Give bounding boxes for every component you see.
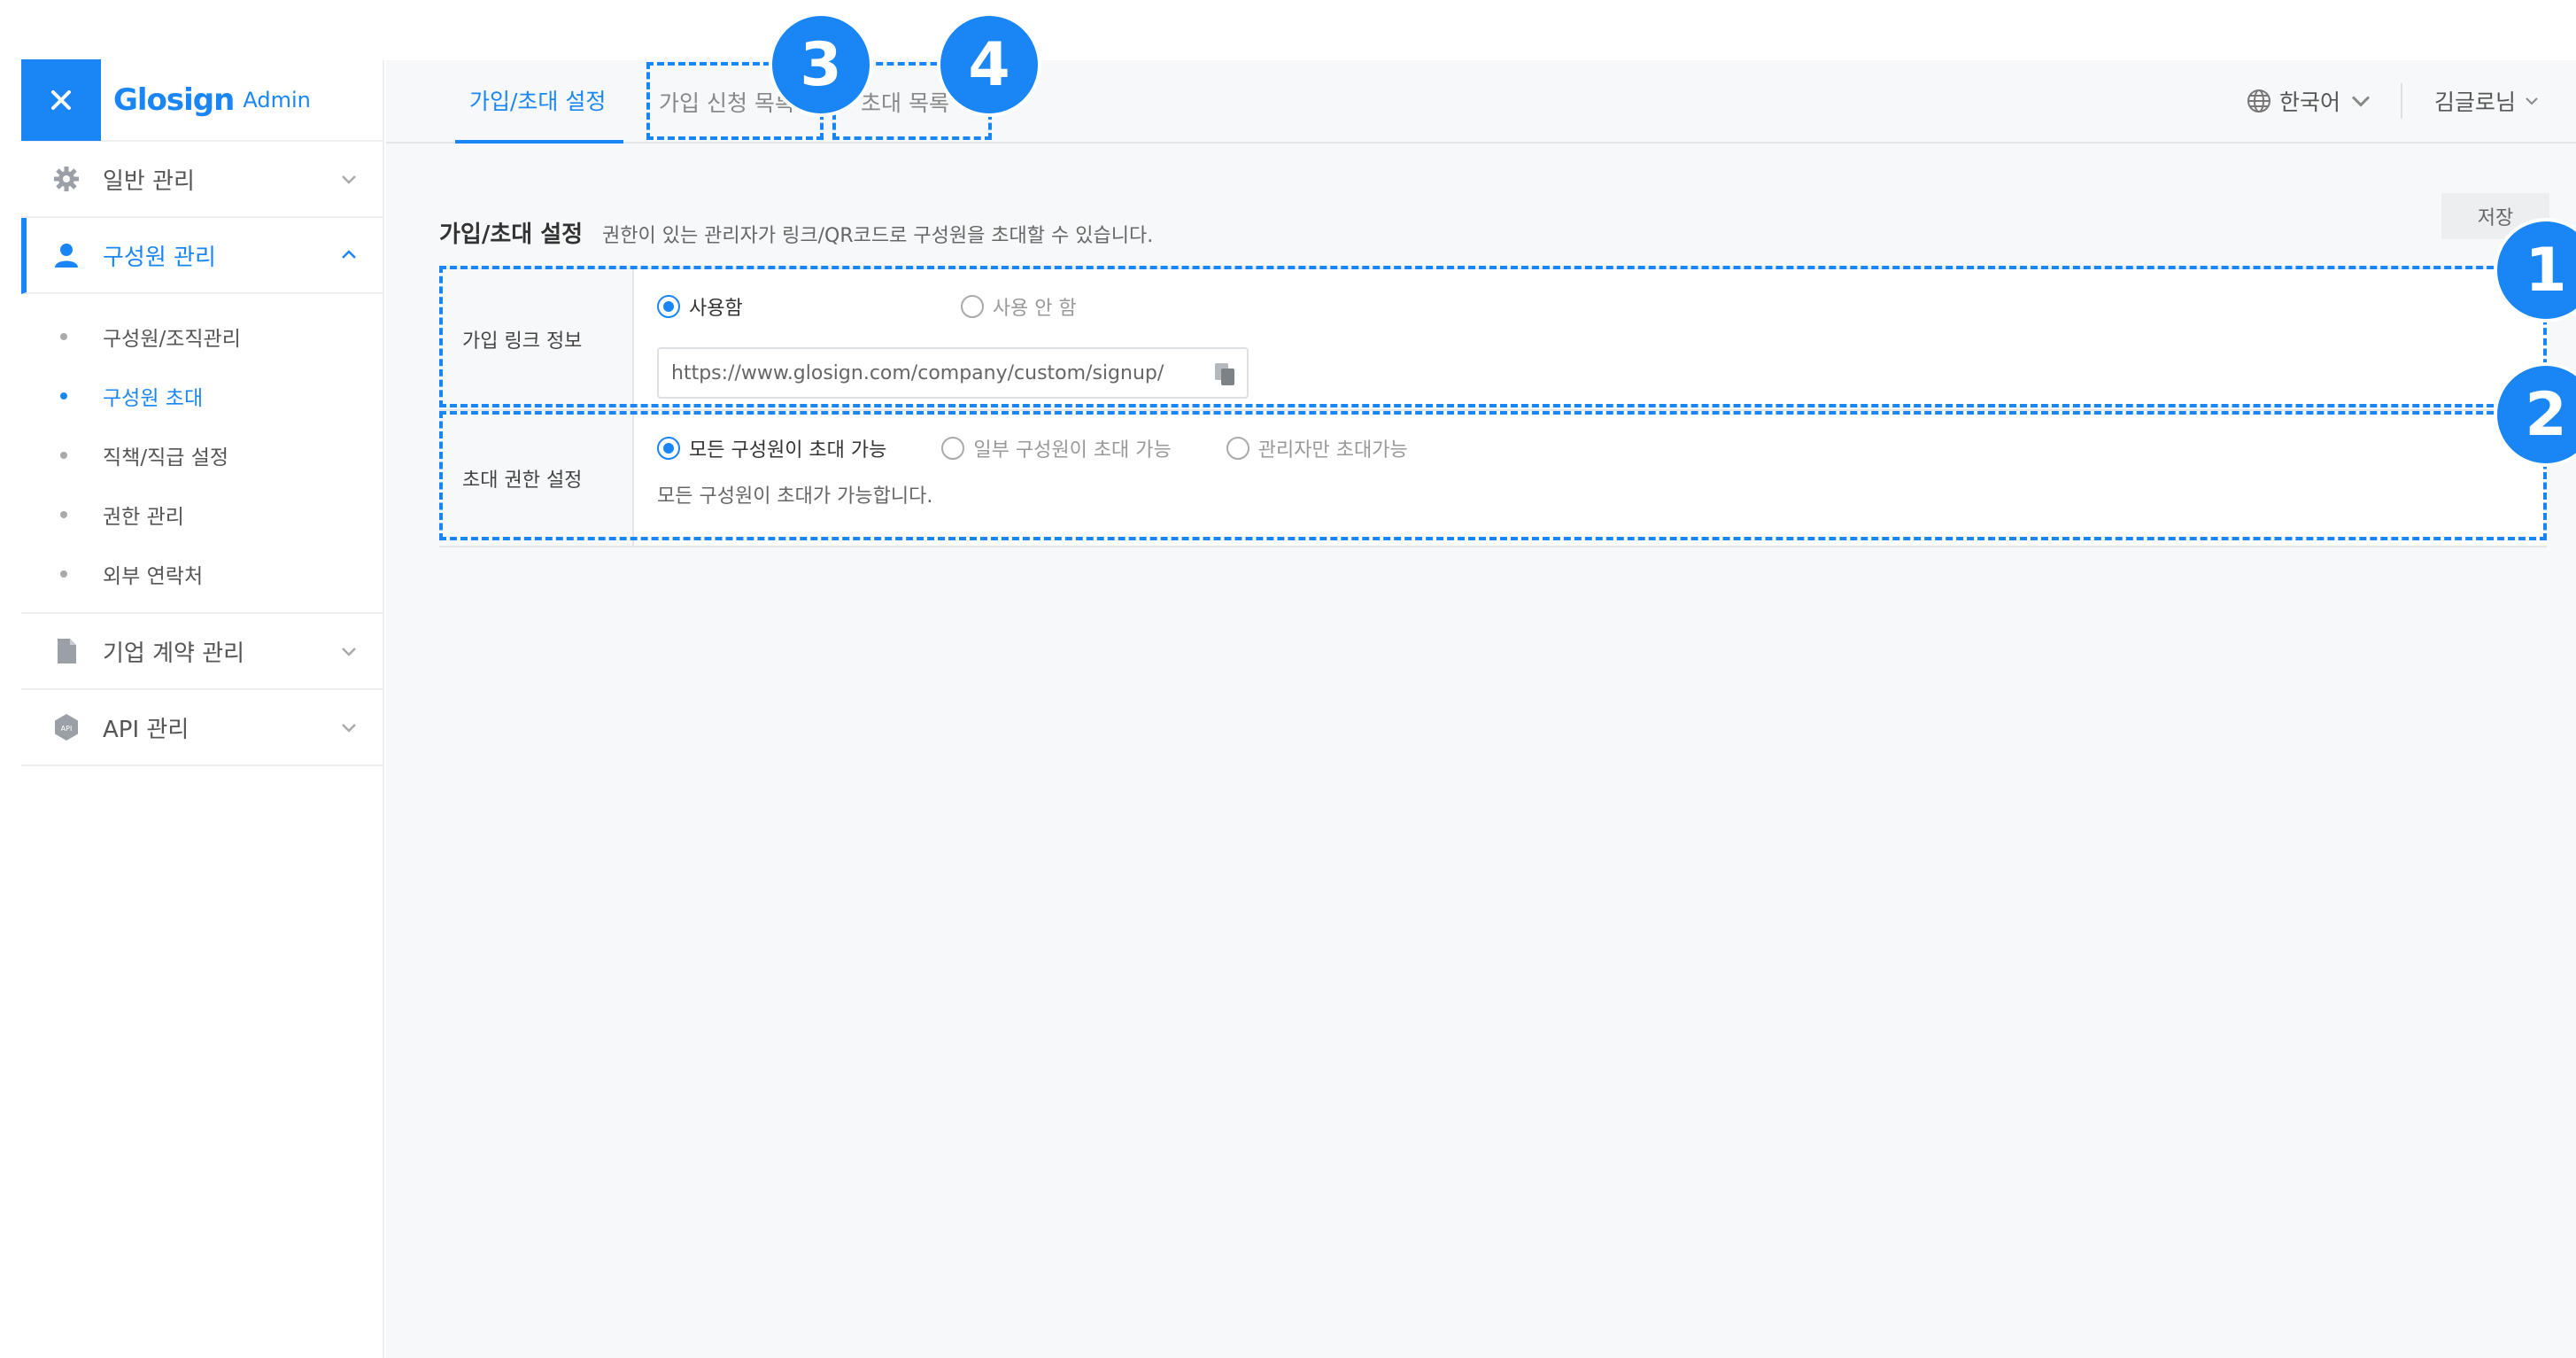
sidebar-subitem-org[interactable]: 구성원/조직관리: [21, 307, 383, 366]
sidebar-subitem-label: 직책/직급 설정: [103, 446, 229, 469]
chevron-up-icon: [342, 250, 356, 259]
sidebar-item-label: API 관리: [103, 716, 190, 743]
section-description: 권한이 있는 관리자가 링크/QR코드로 구성원을 초대할 수 있습니다.: [602, 225, 1154, 247]
sidebar-subitem-invite[interactable]: 구성원 초대: [21, 366, 383, 425]
tab-join-invite-settings[interactable]: 가입/초대 설정: [455, 60, 624, 144]
sidebar-subitem-contacts[interactable]: 외부 연락처: [21, 544, 383, 603]
bullet: [60, 570, 67, 578]
annotation-badge-3: 3: [769, 12, 873, 117]
chevron-down-icon: [342, 175, 356, 184]
api-icon: API: [51, 712, 81, 742]
sidebar-subitem-label: 구성원/조직관리: [103, 327, 241, 351]
sidebar: Glosign Admin 일반 관리 구성원 관리 구성원/조직관리 구성원 …: [21, 59, 384, 1358]
close-sidebar-button[interactable]: [21, 59, 101, 141]
sidebar-item-members[interactable]: 구성원 관리: [21, 218, 383, 294]
sidebar-item-label: 일반 관리: [103, 167, 195, 195]
language-selector[interactable]: 한국어: [2246, 85, 2381, 117]
bullet: [60, 392, 67, 400]
close-icon: [51, 90, 71, 110]
bullet: [60, 510, 67, 518]
brand-sub: Admin: [243, 88, 311, 113]
user-menu[interactable]: 김글로님: [2434, 85, 2541, 117]
sidebar-subitem-label: 외부 연락처: [103, 564, 204, 588]
bullet: [60, 332, 67, 340]
section-title: 가입/초대 설정: [439, 221, 584, 248]
chevron-down-icon: [2351, 96, 2371, 107]
tab-label: 가입/초대 설정: [469, 89, 607, 114]
sidebar-subitem-permission[interactable]: 권한 관리: [21, 485, 383, 544]
sidebar-submenu: 구성원/조직관리 구성원 초대 직책/직급 설정 권한 관리 외부 연락처: [21, 294, 383, 614]
sidebar-subitem-label: 구성원 초대: [103, 386, 204, 410]
annotation-box-2: [439, 411, 2547, 540]
sidebar-item-api[interactable]: API API 관리: [21, 690, 383, 766]
chevron-down-icon: [2526, 97, 2538, 105]
language-label: 한국어: [2278, 89, 2340, 115]
globe-icon: [2247, 89, 2270, 113]
sidebar-subitem-label: 권한 관리: [103, 505, 184, 529]
annotation-badge-4: 4: [937, 12, 1041, 117]
chevron-down-icon: [342, 724, 356, 733]
user-icon: [51, 240, 81, 270]
user-name: 김글로님: [2433, 89, 2516, 115]
sidebar-item-contracts[interactable]: 기업 계약 관리: [21, 614, 383, 690]
chevron-down-icon: [342, 648, 356, 656]
annotation-box-1: [439, 266, 2547, 407]
divider: [2401, 83, 2402, 119]
sidebar-item-label: 기업 계약 관리: [103, 640, 245, 667]
main-content: 가입/초대 설정 가입 신청 목록 초대 목록 한국어 김글로님 가입/초대 설…: [386, 60, 2576, 1358]
brand-logo: Glosign: [113, 82, 235, 118]
gear-icon: [51, 164, 81, 194]
sidebar-item-label: 구성원 관리: [103, 244, 216, 271]
sidebar-item-general[interactable]: 일반 관리: [21, 142, 383, 218]
document-icon: [51, 636, 81, 666]
svg-text:API: API: [61, 725, 73, 733]
sidebar-subitem-position[interactable]: 직책/직급 설정: [21, 425, 383, 485]
brand-header: Glosign Admin: [21, 59, 383, 142]
bullet: [60, 451, 67, 459]
